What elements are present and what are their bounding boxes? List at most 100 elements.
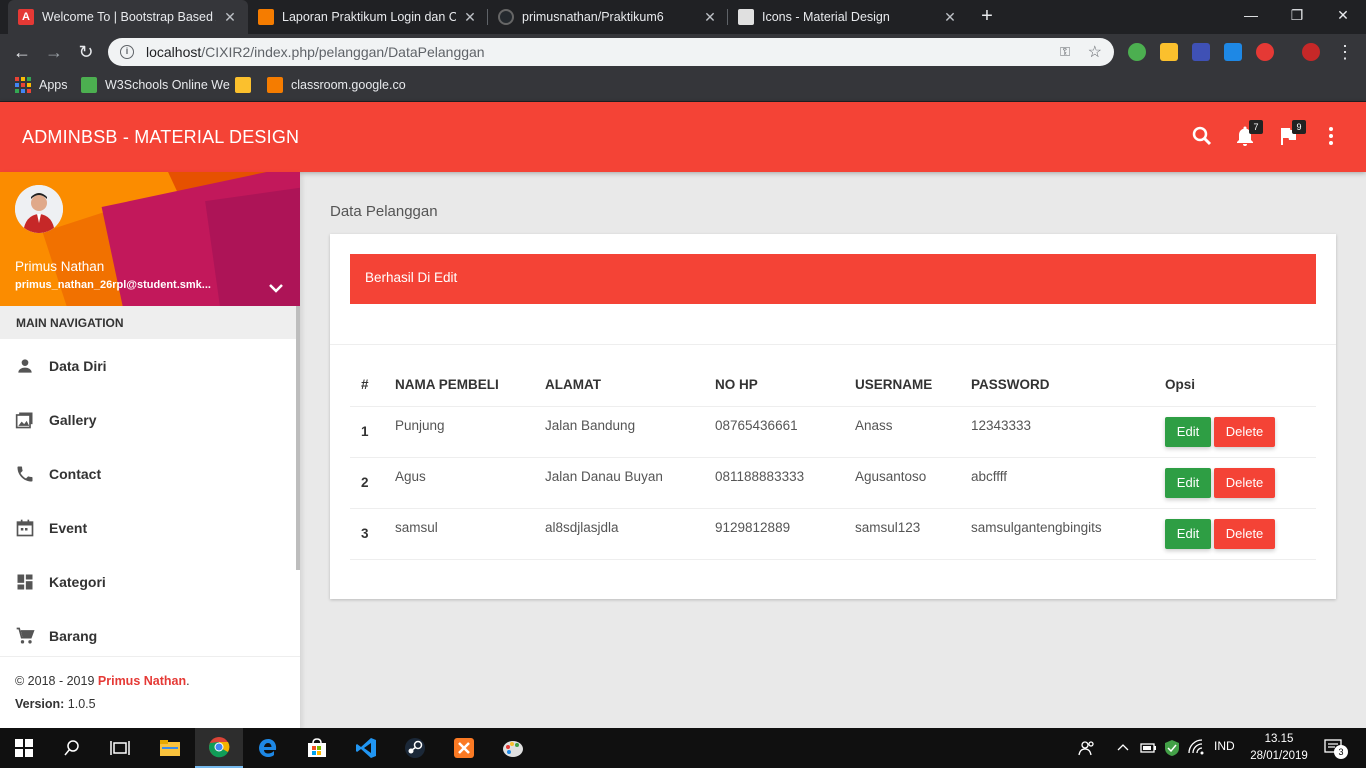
cell-text: al8sdjlasjdla: [545, 520, 619, 535]
close-tab-icon[interactable]: ✕: [942, 9, 958, 26]
extension-icon[interactable]: [1224, 43, 1242, 61]
xampp-icon[interactable]: [440, 728, 488, 768]
close-window-icon[interactable]: ✕: [1320, 0, 1366, 30]
site-info-icon[interactable]: i: [120, 45, 134, 59]
action-center-icon[interactable]: 3: [1324, 738, 1348, 759]
sidebar-item-data-diri[interactable]: Data Diri: [0, 339, 296, 393]
chevron-down-icon[interactable]: [266, 278, 286, 298]
cell-alamat: Jalan Bandung: [534, 406, 704, 458]
more-vert-icon[interactable]: [1319, 124, 1345, 150]
cell-password: 12343333: [960, 406, 1154, 458]
copyright-line: © 2018 - 2019 Primus Nathan.: [15, 674, 190, 688]
delete-button[interactable]: Delete: [1214, 416, 1275, 447]
wifi-icon[interactable]: [1188, 739, 1206, 760]
bookmark-w3schools[interactable]: W3Schools Online We: [81, 77, 230, 93]
extension-icon[interactable]: [1128, 43, 1146, 61]
cell-opsi: Edit Delete: [1154, 508, 1316, 560]
dashboard-icon: [15, 572, 35, 592]
sidebar-item-barang[interactable]: Barang: [0, 609, 296, 663]
table-row: 2 Agus Jalan Danau Buyan 081188883333 Ag…: [350, 457, 1316, 509]
battery-icon[interactable]: [1140, 739, 1158, 760]
address-bar[interactable]: i localhost/CIXIR2/index.php/pelanggan/D…: [108, 38, 1114, 66]
bookmark-classroom[interactable]: classroom.google.co: [267, 77, 406, 93]
close-tab-icon[interactable]: ✕: [462, 9, 478, 26]
browser-tab[interactable]: Laporan Praktikum Login dan CRU ✕: [248, 0, 488, 34]
bookmark-classroom-icon-only[interactable]: [235, 77, 259, 93]
people-icon[interactable]: [1078, 739, 1096, 760]
paint-icon[interactable]: [489, 728, 537, 768]
store-icon[interactable]: [293, 728, 341, 768]
edit-button[interactable]: Edit: [1165, 518, 1211, 549]
minimize-icon[interactable]: —: [1228, 0, 1274, 30]
cell-hp: 081188883333: [704, 457, 844, 509]
new-tab-icon[interactable]: +: [975, 5, 999, 29]
task-view-icon[interactable]: [96, 728, 144, 768]
sidebar-item-event[interactable]: Event: [0, 501, 296, 555]
cell-alamat: al8sdjlasjdla: [534, 508, 704, 560]
sidebar-scrollbar[interactable]: [296, 306, 300, 570]
vscode-icon[interactable]: [342, 728, 390, 768]
extension-icon[interactable]: [1256, 43, 1274, 61]
app-header: ADMINBSB - MATERIAL DESIGN 7 9: [0, 102, 1366, 172]
bookmark-label: classroom.google.co: [291, 78, 406, 92]
bookmark-star-icon[interactable]: ☆: [1088, 42, 1102, 62]
forward-icon[interactable]: →: [42, 40, 66, 64]
column-header: USERNAME: [844, 364, 960, 407]
flag-icon[interactable]: 9: [1276, 120, 1306, 150]
reload-icon[interactable]: ↻: [74, 40, 98, 64]
search-icon[interactable]: [48, 728, 96, 768]
tab-title: primusnathan/Praktikum6: [522, 10, 664, 24]
steam-icon[interactable]: [391, 728, 439, 768]
sidebar-item-kategori[interactable]: Kategori: [0, 555, 296, 609]
browser-tab[interactable]: Icons - Material Design ✕: [728, 0, 968, 34]
file-explorer-icon[interactable]: [146, 728, 194, 768]
url-host: localhost: [146, 44, 202, 60]
windows-taskbar: IND 13.15 28/01/2019 3: [0, 728, 1366, 768]
adminbsb-favicon-icon: A: [18, 9, 34, 25]
sidebar-item-contact[interactable]: Contact: [0, 447, 296, 501]
copyright-period: .: [186, 674, 190, 688]
table-row: 3 samsul al8sdjlasjdla 9129812889 samsul…: [350, 508, 1316, 560]
sidebar-item-label: Contact: [49, 466, 102, 482]
delete-button[interactable]: Delete: [1214, 518, 1275, 549]
sidebar-item-label: Barang: [49, 628, 98, 644]
version-line: Version: 1.0.5: [15, 697, 96, 711]
card-divider: [330, 344, 1336, 345]
tab-title: Laporan Praktikum Login dan CRU: [282, 10, 456, 24]
back-icon[interactable]: ←: [10, 40, 34, 64]
close-tab-icon[interactable]: ✕: [222, 9, 238, 26]
notifications-bell-icon[interactable]: 7: [1233, 120, 1263, 150]
input-language[interactable]: IND: [1214, 739, 1235, 753]
windows-start-icon[interactable]: [0, 728, 48, 768]
close-tab-icon[interactable]: ✕: [702, 9, 718, 26]
chevron-up-icon[interactable]: [1116, 739, 1130, 760]
copyright-text: © 2018 - 2019: [15, 674, 98, 688]
clock-date: 28/01/2019: [1250, 750, 1308, 762]
sidebar-item-label: Kategori: [49, 574, 106, 590]
edge-icon[interactable]: [244, 728, 292, 768]
browser-tab[interactable]: primusnathan/Praktikum6 ✕: [488, 0, 728, 34]
browser-tab[interactable]: A Welcome To | Bootstrap Based Ad ✕: [8, 0, 248, 34]
extension-icon[interactable]: [1160, 43, 1178, 61]
bookmark-label: W3Schools Online We: [105, 78, 230, 92]
brand-title[interactable]: ADMINBSB - MATERIAL DESIGN: [22, 127, 299, 148]
chrome-icon[interactable]: [195, 728, 243, 768]
menu-kebab-icon[interactable]: ⋮: [1333, 40, 1357, 64]
avatar[interactable]: [15, 185, 63, 233]
sidebar-item-gallery[interactable]: Gallery: [0, 393, 296, 447]
extension-icon[interactable]: [1192, 43, 1210, 61]
shield-check-icon[interactable]: [1164, 739, 1180, 760]
restore-icon[interactable]: ❐: [1274, 0, 1320, 30]
bookmark-apps[interactable]: Apps: [15, 77, 68, 93]
search-icon[interactable]: [1190, 124, 1216, 150]
author-link[interactable]: Primus Nathan: [98, 674, 186, 688]
profile-avatar-icon[interactable]: [1302, 43, 1320, 61]
sidebar-item-label: Event: [49, 520, 88, 536]
system-clock[interactable]: 13.15 28/01/2019: [1246, 731, 1312, 765]
delete-button[interactable]: Delete: [1214, 467, 1275, 498]
edit-button[interactable]: Edit: [1165, 467, 1211, 498]
key-icon[interactable]: ⚿: [1060, 44, 1070, 60]
row-number: 3: [350, 508, 384, 560]
classroom-icon: [267, 77, 283, 93]
edit-button[interactable]: Edit: [1165, 416, 1211, 447]
